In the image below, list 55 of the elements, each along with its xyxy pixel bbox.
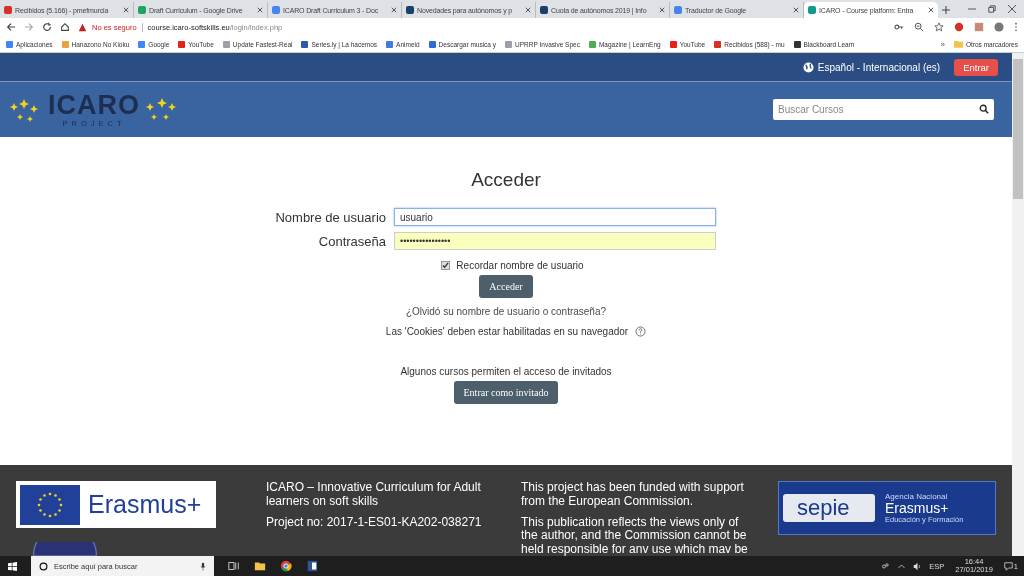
cortana-icon xyxy=(39,561,48,571)
reload-icon[interactable] xyxy=(42,22,52,32)
field-label: Nombre de usuario xyxy=(274,209,386,225)
key-icon[interactable] xyxy=(894,22,904,32)
zoom-icon[interactable] xyxy=(914,22,924,32)
project-title: ICARO – Innovative Curriculum for Adult learners on soft skills xyxy=(266,481,482,509)
menu-icon[interactable] xyxy=(1014,22,1018,32)
star-icon[interactable] xyxy=(934,22,944,32)
language-menu[interactable]: Español - Internacional (es) xyxy=(802,61,941,73)
field-label: Contraseña xyxy=(317,233,386,249)
more-bookmarks-button[interactable]: » xyxy=(940,39,945,49)
scrollbar[interactable] xyxy=(1012,53,1024,556)
page-title: Acceder xyxy=(471,169,541,191)
speaker-icon[interactable] xyxy=(913,561,923,571)
username-field[interactable]: usuario xyxy=(394,208,716,226)
warning-icon xyxy=(78,22,87,32)
erasmus-logo: Erasmus+ xyxy=(16,481,216,528)
checkbox-label: Recordar nombre de usuario xyxy=(456,260,584,271)
guest-note: Algunos cursos permiten el acceso de invitados xyxy=(400,366,612,377)
search-field[interactable]: Buscar Cursos xyxy=(773,99,994,120)
guest-button[interactable]: Entrar como invitado xyxy=(453,381,559,404)
home-icon[interactable] xyxy=(60,22,70,32)
cookies-note: Las 'Cookies' deben estar habilitadas en su navegador xyxy=(385,326,629,337)
submit-button[interactable]: Acceder xyxy=(479,275,533,298)
new-tab-icon[interactable] xyxy=(942,6,950,14)
funding-note: This project has been funded with support from the European Commission. xyxy=(521,481,745,509)
close-icon[interactable] xyxy=(659,7,665,13)
project-number: Project no: 2017-1-ES01-KA202-038271 xyxy=(266,515,483,530)
microphone-icon[interactable] xyxy=(200,561,206,571)
close-icon[interactable] xyxy=(1008,5,1016,13)
globe-icon xyxy=(802,61,814,73)
eu-flag-icon xyxy=(20,484,80,525)
remember-checkbox[interactable] xyxy=(441,261,451,270)
chrome-icon[interactable] xyxy=(280,560,292,572)
search-icon[interactable] xyxy=(979,104,989,114)
people-icon[interactable] xyxy=(881,561,891,571)
close-icon[interactable] xyxy=(525,7,531,13)
close-icon[interactable] xyxy=(257,7,263,13)
login-button[interactable]: Entrar xyxy=(954,58,998,76)
help-icon[interactable] xyxy=(635,326,647,337)
task-view-icon[interactable] xyxy=(228,560,240,572)
folder-icon[interactable] xyxy=(254,560,266,572)
close-icon[interactable] xyxy=(391,7,397,13)
folder-icon xyxy=(953,40,963,48)
logo-title: ICARO xyxy=(48,91,140,119)
windows-start-icon[interactable] xyxy=(8,561,17,571)
password-field[interactable]: •••••••••••••••• xyxy=(394,232,716,250)
close-icon[interactable] xyxy=(928,7,934,13)
close-icon[interactable] xyxy=(123,7,129,13)
forgot-password-link[interactable]: ¿Olvidó su nombre de usuario o contraseña? xyxy=(405,306,607,317)
disclaimer: This publication reflects the views only of the author, and the Commission cannot be held responsible for anv use which mav be xyxy=(521,515,749,556)
close-icon[interactable] xyxy=(793,7,799,13)
back-icon[interactable] xyxy=(6,22,16,32)
avatar-icon[interactable] xyxy=(994,22,1004,32)
restore-icon[interactable] xyxy=(988,5,996,13)
